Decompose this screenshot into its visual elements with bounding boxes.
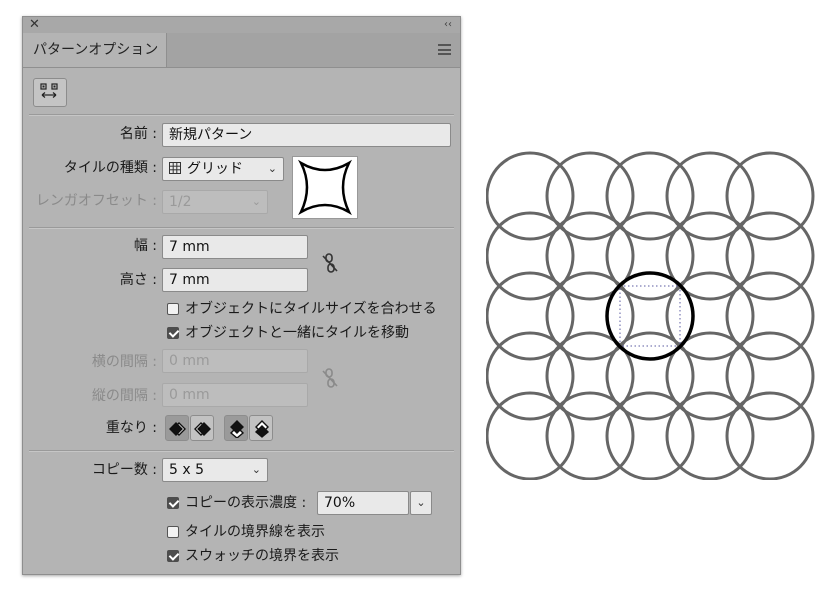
overlap-top-front-icon bbox=[229, 420, 245, 438]
fit-tile-label: オブジェクトにタイルサイズを合わせる bbox=[185, 301, 437, 317]
h-spacing-field[interactable]: 0 mm bbox=[162, 349, 308, 373]
pattern-tile-tool-icon bbox=[40, 83, 58, 98]
pattern-artwork[interactable] bbox=[486, 150, 822, 480]
dim-copies-box bbox=[167, 497, 179, 509]
brick-offset-label: レンガオフセット : bbox=[35, 193, 157, 209]
collapse-icon[interactable]: ‹‹ bbox=[444, 17, 452, 33]
brick-offset-select[interactable]: 1/2 ⌄ bbox=[162, 190, 268, 214]
brick-offset-value: 1/2 bbox=[169, 194, 192, 210]
panel-titlebar: ✕ ‹‹ bbox=[23, 17, 460, 33]
name-label: 名前 : bbox=[119, 126, 157, 142]
dim-copies-checkbox[interactable]: コピーの表示濃度 : bbox=[167, 494, 306, 512]
name-field[interactable]: 新規パターン bbox=[162, 123, 451, 147]
tile-preview-shape bbox=[298, 159, 352, 216]
width-field[interactable]: 7 mm bbox=[162, 235, 308, 259]
overlap-bottom-in-front-button[interactable] bbox=[249, 415, 273, 441]
overlap-bottom-front-icon bbox=[254, 420, 270, 438]
pattern-original-circle[interactable] bbox=[605, 271, 695, 361]
pattern-copy-circle bbox=[725, 391, 815, 480]
show-tile-edge-box bbox=[167, 526, 179, 538]
v-spacing-field[interactable]: 0 mm bbox=[162, 383, 308, 407]
unlink-icon[interactable] bbox=[320, 367, 340, 389]
show-swatch-bounds-box bbox=[167, 550, 179, 562]
move-tile-checkbox[interactable]: オブジェクトと一緒にタイルを移動 bbox=[167, 324, 409, 342]
unlink-icon[interactable] bbox=[320, 252, 340, 274]
grid-icon bbox=[169, 162, 181, 174]
fit-tile-checkbox[interactable]: オブジェクトにタイルサイズを合わせる bbox=[167, 300, 437, 318]
panel-menu-icon[interactable] bbox=[438, 44, 451, 55]
chevron-down-icon[interactable]: ⌄ bbox=[410, 491, 432, 515]
move-tile-box bbox=[167, 327, 179, 339]
pattern-tile-tool-button[interactable] bbox=[33, 78, 67, 107]
width-label: 幅 : bbox=[133, 238, 157, 254]
tab-row: パターンオプション bbox=[23, 33, 460, 68]
copies-value: 5 x 5 bbox=[169, 462, 204, 478]
overlap-right-front-icon bbox=[194, 422, 211, 436]
tile-type-value: グリッド bbox=[187, 161, 243, 177]
h-spacing-label: 横の間隔 : bbox=[91, 354, 157, 370]
divider bbox=[29, 227, 454, 229]
show-swatch-bounds-label: スウォッチの境界を表示 bbox=[185, 548, 339, 564]
overlap-left-front-icon bbox=[169, 422, 186, 436]
dim-copies-value: 70% bbox=[324, 495, 356, 511]
tile-type-select[interactable]: グリッド ⌄ bbox=[162, 157, 284, 181]
copies-select[interactable]: 5 x 5 ⌄ bbox=[162, 458, 268, 482]
overlap-label: 重なり : bbox=[105, 420, 157, 436]
tile-preview bbox=[292, 156, 358, 219]
tab-pattern-options[interactable]: パターンオプション bbox=[23, 33, 167, 67]
move-tile-label: オブジェクトと一緒にタイルを移動 bbox=[185, 325, 409, 341]
height-field[interactable]: 7 mm bbox=[162, 268, 308, 292]
show-tile-edge-label: タイルの境界線を表示 bbox=[185, 524, 325, 540]
copies-label: コピー数 : bbox=[91, 462, 157, 478]
overlap-top-in-front-button[interactable] bbox=[224, 415, 248, 441]
dim-copies-field[interactable]: 70% ⌄ bbox=[317, 491, 432, 515]
divider bbox=[29, 450, 454, 452]
fit-tile-box bbox=[167, 303, 179, 315]
divider bbox=[29, 114, 454, 116]
chevron-down-icon: ⌄ bbox=[251, 463, 261, 476]
show-tile-edge-checkbox[interactable]: タイルの境界線を表示 bbox=[167, 523, 325, 541]
dim-copies-label: コピーの表示濃度 : bbox=[185, 495, 307, 511]
pattern-options-panel: ✕ ‹‹ パターンオプション 名前 : 新規パターン タイルの種類 : グリッド… bbox=[22, 16, 461, 575]
close-icon[interactable]: ✕ bbox=[29, 17, 40, 33]
chevron-down-icon: ⌄ bbox=[267, 162, 277, 175]
height-label: 高さ : bbox=[119, 272, 157, 288]
v-spacing-label: 縦の間隔 : bbox=[91, 388, 157, 404]
overlap-left-in-front-button[interactable] bbox=[165, 415, 189, 441]
chevron-down-icon: ⌄ bbox=[251, 195, 261, 208]
overlap-right-in-front-button[interactable] bbox=[190, 415, 214, 441]
tile-type-label: タイルの種類 : bbox=[63, 160, 157, 176]
show-swatch-bounds-checkbox[interactable]: スウォッチの境界を表示 bbox=[167, 547, 339, 565]
